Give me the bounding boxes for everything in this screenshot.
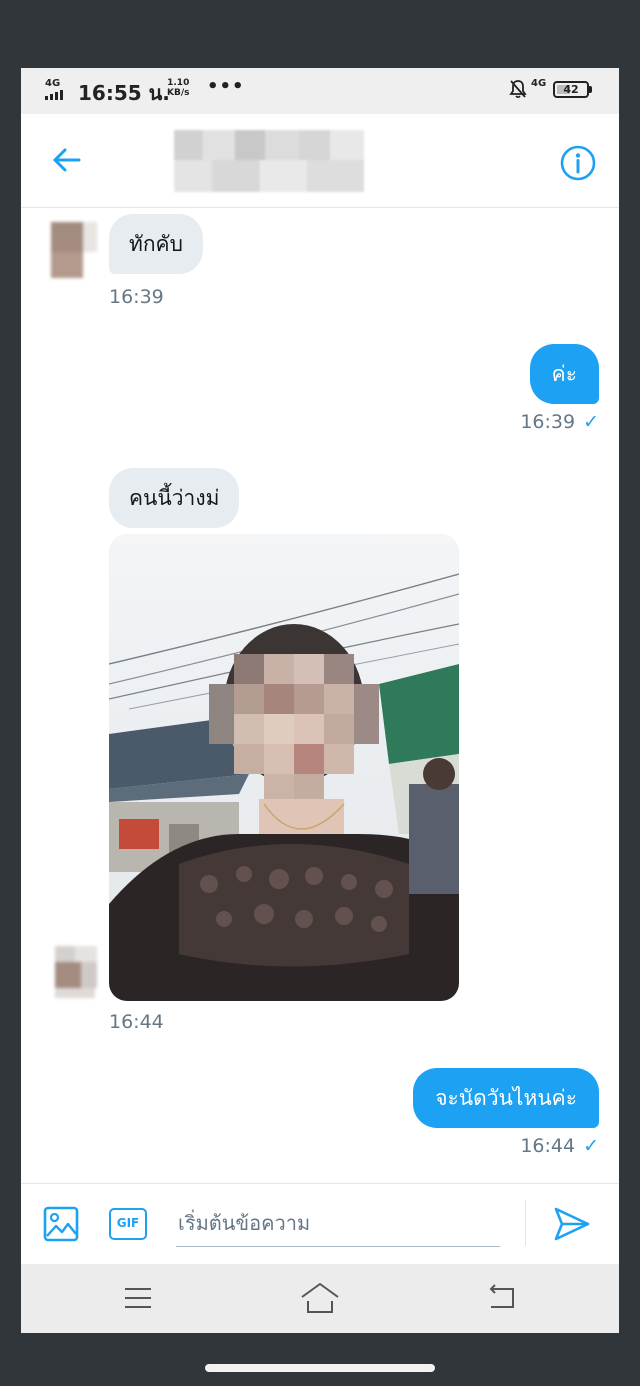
outgoing-message: จะนัดวันไหนค่ะ: [413, 1068, 599, 1128]
incoming-message: ทักคับ: [109, 214, 203, 274]
message-photo[interactable]: [109, 534, 459, 1001]
message-timestamp: 16:44: [109, 1011, 164, 1033]
message-timestamp-row: 16:39 ✓: [520, 411, 599, 433]
message-input[interactable]: [176, 1200, 500, 1247]
back-nav-icon[interactable]: [485, 1284, 517, 1312]
signal-icon: [45, 90, 63, 100]
more-notifications-icon: •••: [207, 76, 245, 97]
menu-icon[interactable]: [123, 1286, 153, 1310]
message-timestamp: 16:39: [520, 411, 576, 433]
send-icon[interactable]: [553, 1206, 591, 1242]
network-speed-unit: KB/s: [167, 88, 190, 98]
arrow-left-icon[interactable]: [51, 144, 83, 176]
network-speed: 1.10 KB/s: [167, 78, 189, 98]
battery-icon: 42: [553, 81, 589, 98]
network-type-left: 4G: [45, 78, 61, 89]
status-time: 16:55 น.: [78, 81, 170, 105]
network-type-right: 4G: [531, 78, 547, 89]
battery-level: 42: [563, 83, 579, 96]
incoming-message: คนนี้ว่างม่: [109, 468, 240, 528]
network-speed-value: 1.10: [167, 78, 190, 88]
bell-muted-icon: [509, 80, 527, 99]
message-timestamp-row: 16:44 ✓: [520, 1135, 599, 1157]
message-timestamp: 16:39: [109, 286, 164, 308]
status-bar: 4G 16:55 น. 1.10 KB/s ••• 4G 42: [21, 68, 619, 114]
gif-button[interactable]: GIF: [109, 1208, 147, 1240]
divider: [525, 1200, 526, 1246]
avatar[interactable]: [49, 218, 99, 278]
image-icon[interactable]: [43, 1206, 79, 1242]
info-circle-icon[interactable]: [560, 145, 596, 181]
home-icon[interactable]: [299, 1280, 341, 1316]
outgoing-message: ค่ะ: [529, 344, 599, 404]
phone-screen: 4G 16:55 น. 1.10 KB/s ••• 4G 42 ทักคับ 1…: [21, 68, 619, 1333]
check-icon: ✓: [583, 411, 599, 433]
check-icon: ✓: [583, 1135, 599, 1157]
message-timestamp: 16:44: [520, 1135, 576, 1157]
message-composer: GIF: [21, 1183, 619, 1264]
conversation-header: [21, 114, 619, 208]
system-nav-bar: [21, 1264, 619, 1333]
home-indicator[interactable]: [205, 1364, 435, 1372]
avatar[interactable]: [51, 938, 101, 998]
contact-name-redacted: [174, 130, 364, 192]
